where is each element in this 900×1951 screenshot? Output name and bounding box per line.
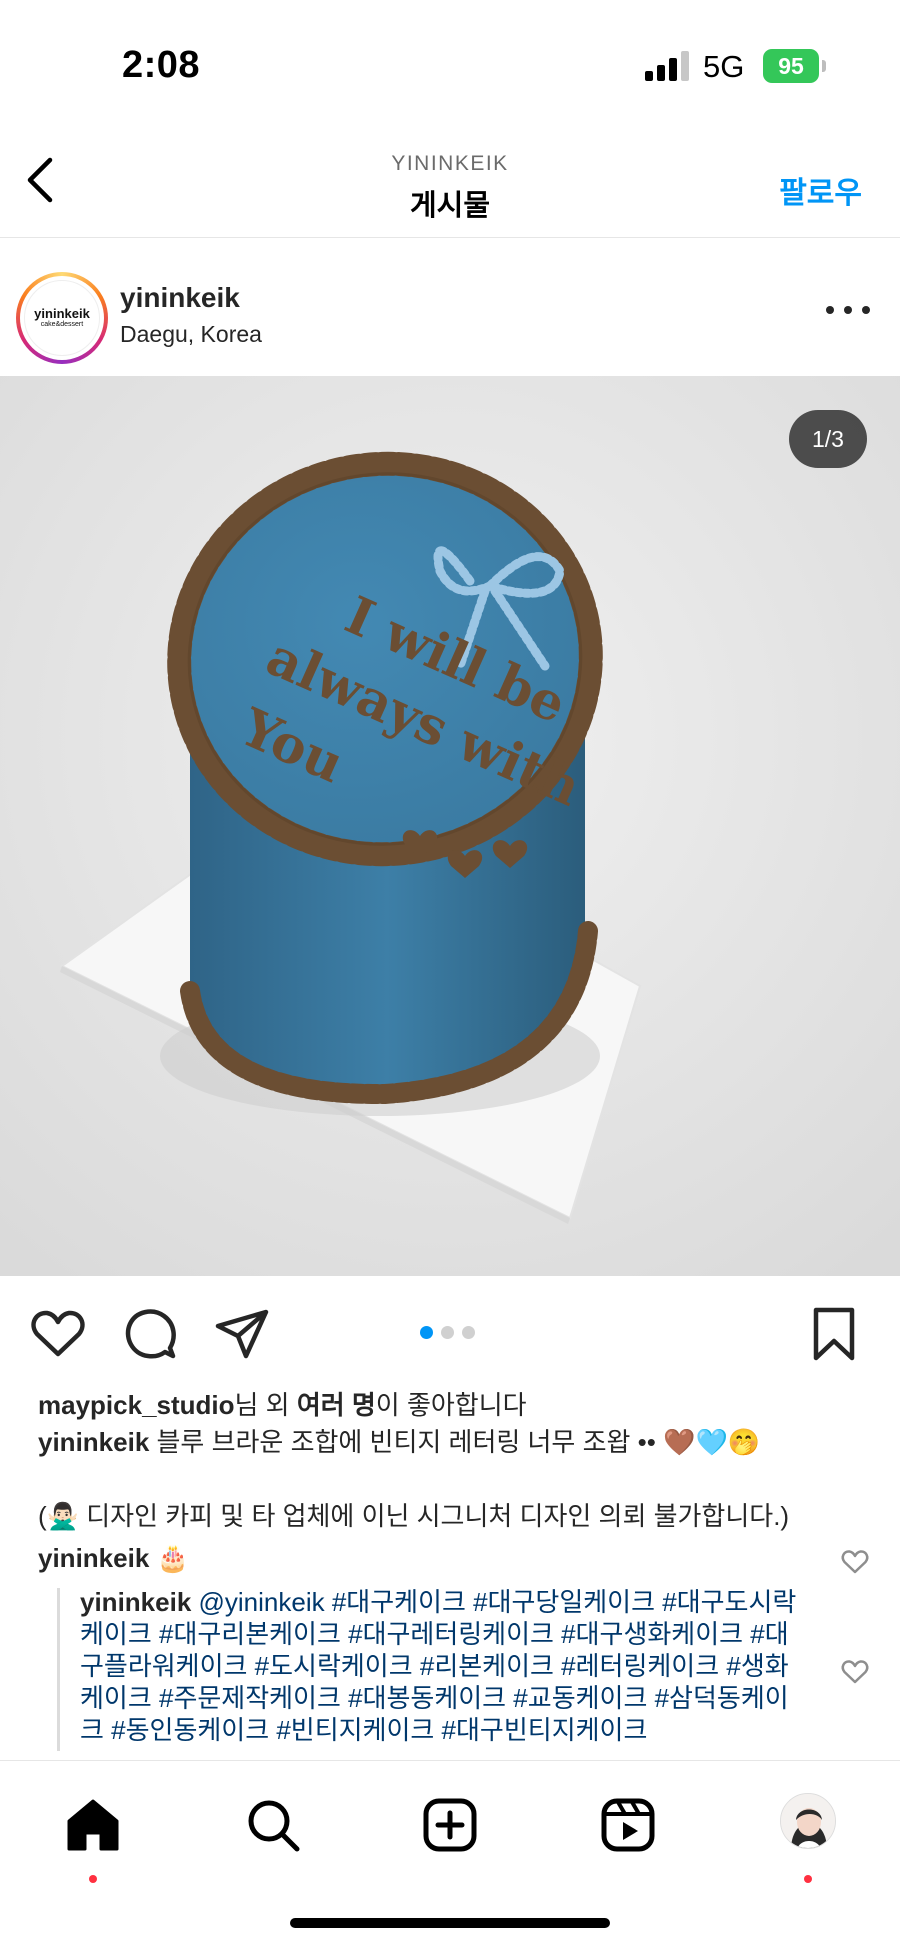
likes-others[interactable]: 여러 명 — [297, 1390, 376, 1420]
home-indicator — [290, 1918, 610, 1928]
home-notification-dot — [89, 1875, 97, 1883]
paper-plane-icon[interactable] — [212, 1304, 272, 1364]
battery-level: 95 — [778, 52, 804, 79]
image-counter: 1/3 — [789, 410, 867, 468]
post-image[interactable]: I will be always with You 1/3 — [0, 376, 900, 1276]
follow-button[interactable]: 팔로우 — [779, 168, 862, 212]
likes-summary[interactable]: maypick_studio님 외 여러 명이 좋아합니다 — [38, 1385, 527, 1422]
avatar[interactable]: yininkeik cake&dessert — [16, 272, 108, 364]
search-icon[interactable] — [243, 1795, 303, 1855]
post-username[interactable]: yininkeik — [120, 282, 240, 314]
action-bar — [0, 1276, 900, 1386]
status-bar: 2:08 5G 95 — [0, 0, 900, 130]
reply-username[interactable]: yininkeik — [80, 1587, 191, 1617]
reply-comment: yininkeik @yininkeik #대구케이크 #대구당일케이크 #대구… — [80, 1586, 805, 1746]
logo-main-text: yininkeik — [34, 306, 90, 321]
reply-like-heart-icon[interactable] — [840, 1657, 870, 1685]
nav-subtitle: YININKEIK — [391, 152, 509, 175]
post-header: yininkeik cake&dessert yininkeik Daegu, … — [0, 238, 900, 376]
carousel-dot — [420, 1326, 433, 1339]
more-horizontal-icon[interactable] — [826, 306, 870, 318]
carousel-dot — [441, 1326, 454, 1339]
heart-icon[interactable] — [28, 1304, 88, 1364]
carousel-dot — [462, 1326, 475, 1339]
status-time: 2:08 — [122, 44, 201, 86]
comment-username[interactable]: yininkeik — [38, 1543, 149, 1573]
caption-notice: (🙅🏻‍♂️ 디자인 카피 및 타 업체에 이닌 시그니처 디자인 의뢰 불가합… — [38, 1501, 790, 1531]
plus-square-icon[interactable] — [420, 1795, 480, 1855]
nav-header: YININKEIK 게시물 팔로우 — [0, 130, 900, 238]
comment-like-heart-icon[interactable] — [840, 1547, 870, 1575]
reply-thread-line — [57, 1588, 60, 1751]
carousel-dots — [420, 1326, 475, 1339]
caption: yininkeik 블루 브라운 조합에 빈티지 레터링 너무 조왑 •• 🤎🩵… — [38, 1424, 868, 1460]
caption-username[interactable]: yininkeik — [38, 1427, 149, 1457]
post-location[interactable]: Daegu, Korea — [120, 321, 262, 348]
reels-icon[interactable] — [598, 1795, 658, 1855]
logo-sub-text: cake&dessert — [40, 321, 84, 328]
bookmark-icon[interactable] — [804, 1304, 864, 1364]
comment: yininkeik 🎂 — [38, 1543, 189, 1574]
battery-icon: 95 — [763, 49, 819, 83]
battery-cap — [822, 60, 826, 72]
signal-icon — [645, 51, 689, 81]
likes-text-1: 님 외 — [234, 1390, 297, 1420]
page-title: 게시물 — [409, 190, 491, 222]
comment-text: 🎂 — [156, 1543, 189, 1573]
profile-avatar[interactable] — [780, 1793, 836, 1849]
profile-notification-dot — [804, 1875, 812, 1883]
likes-text-2: 이 좋아합니다 — [375, 1390, 527, 1420]
network-label: 5G — [703, 49, 745, 84]
likes-user[interactable]: maypick_studio — [38, 1390, 235, 1420]
brand-logo: yininkeik cake&dessert — [24, 280, 100, 356]
home-icon[interactable] — [63, 1795, 123, 1855]
cake-photo: I will be always with You — [0, 376, 900, 1276]
comment-icon[interactable] — [120, 1304, 180, 1364]
caption-text: 블루 브라운 조합에 빈티지 레터링 너무 조왑 •• 🤎🩵🤭 — [156, 1427, 761, 1457]
